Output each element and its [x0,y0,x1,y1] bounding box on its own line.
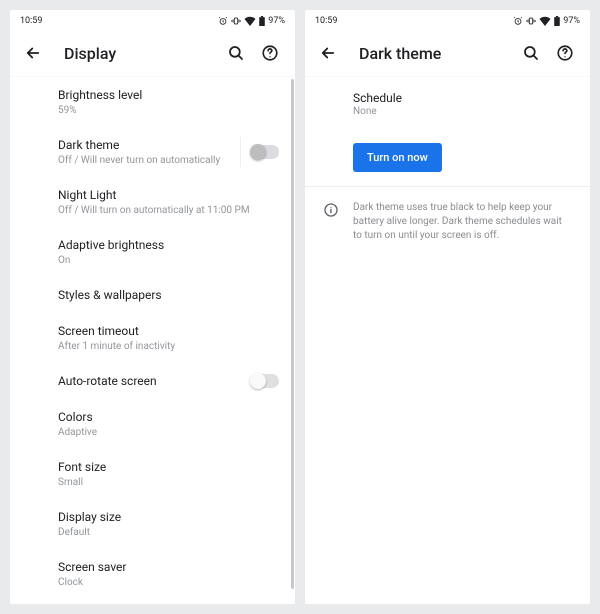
item-brightness-level[interactable]: Brightness level 59% [10,77,295,127]
item-title: Colors [58,409,279,425]
vibrate-icon [231,16,241,26]
battery-pct: 97% [268,16,285,26]
info-row: Dark theme uses true black to help keep … [305,187,590,257]
item-title: Brightness level [58,87,279,103]
item-colors[interactable]: Colors Adaptive [10,399,295,449]
status-bar: 10:59 97% [305,10,590,30]
scrollbar[interactable] [291,79,294,589]
item-subtitle: 59% [58,104,279,117]
schedule-row[interactable]: Schedule None [305,77,590,129]
vibrate-icon [526,16,536,26]
help-button[interactable] [253,36,287,70]
battery-pct: 97% [563,16,580,26]
item-title: Night Light [58,187,279,203]
divider [240,137,241,167]
help-icon [261,44,279,62]
item-subtitle: Off / Will turn on automatically at 11:0… [58,204,279,217]
item-title: Styles & wallpapers [58,287,279,303]
item-title: Auto-rotate screen [58,373,239,389]
search-button[interactable] [514,36,548,70]
clock: 10:59 [20,16,42,26]
page-title: Dark theme [359,44,514,63]
item-title: Display size [58,509,279,525]
schedule-value: None [353,106,574,117]
status-bar: 10:59 97% [10,10,295,30]
settings-list[interactable]: Brightness level 59% Dark theme Off / Wi… [10,77,295,604]
search-icon [227,44,245,62]
item-lock-screen-display[interactable]: Lock screen display [10,599,295,604]
item-dark-theme[interactable]: Dark theme Off / Will never turn on auto… [10,127,295,177]
item-adaptive-brightness[interactable]: Adaptive brightness On [10,227,295,277]
back-button[interactable] [311,36,345,70]
content: Schedule None Turn on now Dark theme use… [305,77,590,257]
search-button[interactable] [219,36,253,70]
item-subtitle: Default [58,526,279,539]
back-button[interactable] [16,36,50,70]
item-styles-wallpapers[interactable]: Styles & wallpapers [10,277,295,313]
app-bar: Display [10,30,295,77]
item-display-size[interactable]: Display size Default [10,499,295,549]
arrow-back-icon [24,44,42,62]
search-icon [522,44,540,62]
item-title: Screen saver [58,559,279,575]
info-text: Dark theme uses true black to help keep … [353,201,572,243]
dark-theme-toggle[interactable] [251,145,279,159]
item-subtitle: Small [58,476,279,489]
item-subtitle: Clock [58,576,279,589]
item-subtitle: Adaptive [58,426,279,439]
schedule-label: Schedule [353,91,574,105]
wifi-icon [539,16,551,26]
item-title: Adaptive brightness [58,237,279,253]
item-screen-timeout[interactable]: Screen timeout After 1 minute of inactiv… [10,313,295,363]
help-button[interactable] [548,36,582,70]
item-title: Font size [58,459,279,475]
item-subtitle: After 1 minute of inactivity [58,340,279,353]
turn-on-now-button[interactable]: Turn on now [353,143,442,172]
help-icon [556,44,574,62]
status-icons: 97% [513,16,580,26]
info-icon [323,202,339,218]
wifi-icon [244,16,256,26]
item-subtitle: Off / Will never turn on automatically [58,154,239,167]
display-screen: 10:59 97% Display Bri [10,10,295,604]
app-bar: Dark theme [305,30,590,77]
page-title: Display [64,44,219,63]
item-font-size[interactable]: Font size Small [10,449,295,499]
dark-theme-screen: 10:59 97% Dark theme Schedule [305,10,590,604]
item-subtitle: On [58,254,279,267]
clock: 10:59 [315,16,337,26]
arrow-back-icon [319,44,337,62]
alarm-icon [218,16,228,26]
auto-rotate-toggle[interactable] [251,374,279,388]
alarm-icon [513,16,523,26]
item-night-light[interactable]: Night Light Off / Will turn on automatic… [10,177,295,227]
item-screen-saver[interactable]: Screen saver Clock [10,549,295,599]
item-auto-rotate[interactable]: Auto-rotate screen [10,363,295,399]
status-icons: 97% [218,16,285,26]
item-title: Screen timeout [58,323,279,339]
battery-icon [554,16,560,26]
battery-icon [259,16,265,26]
item-title: Dark theme [58,137,239,153]
